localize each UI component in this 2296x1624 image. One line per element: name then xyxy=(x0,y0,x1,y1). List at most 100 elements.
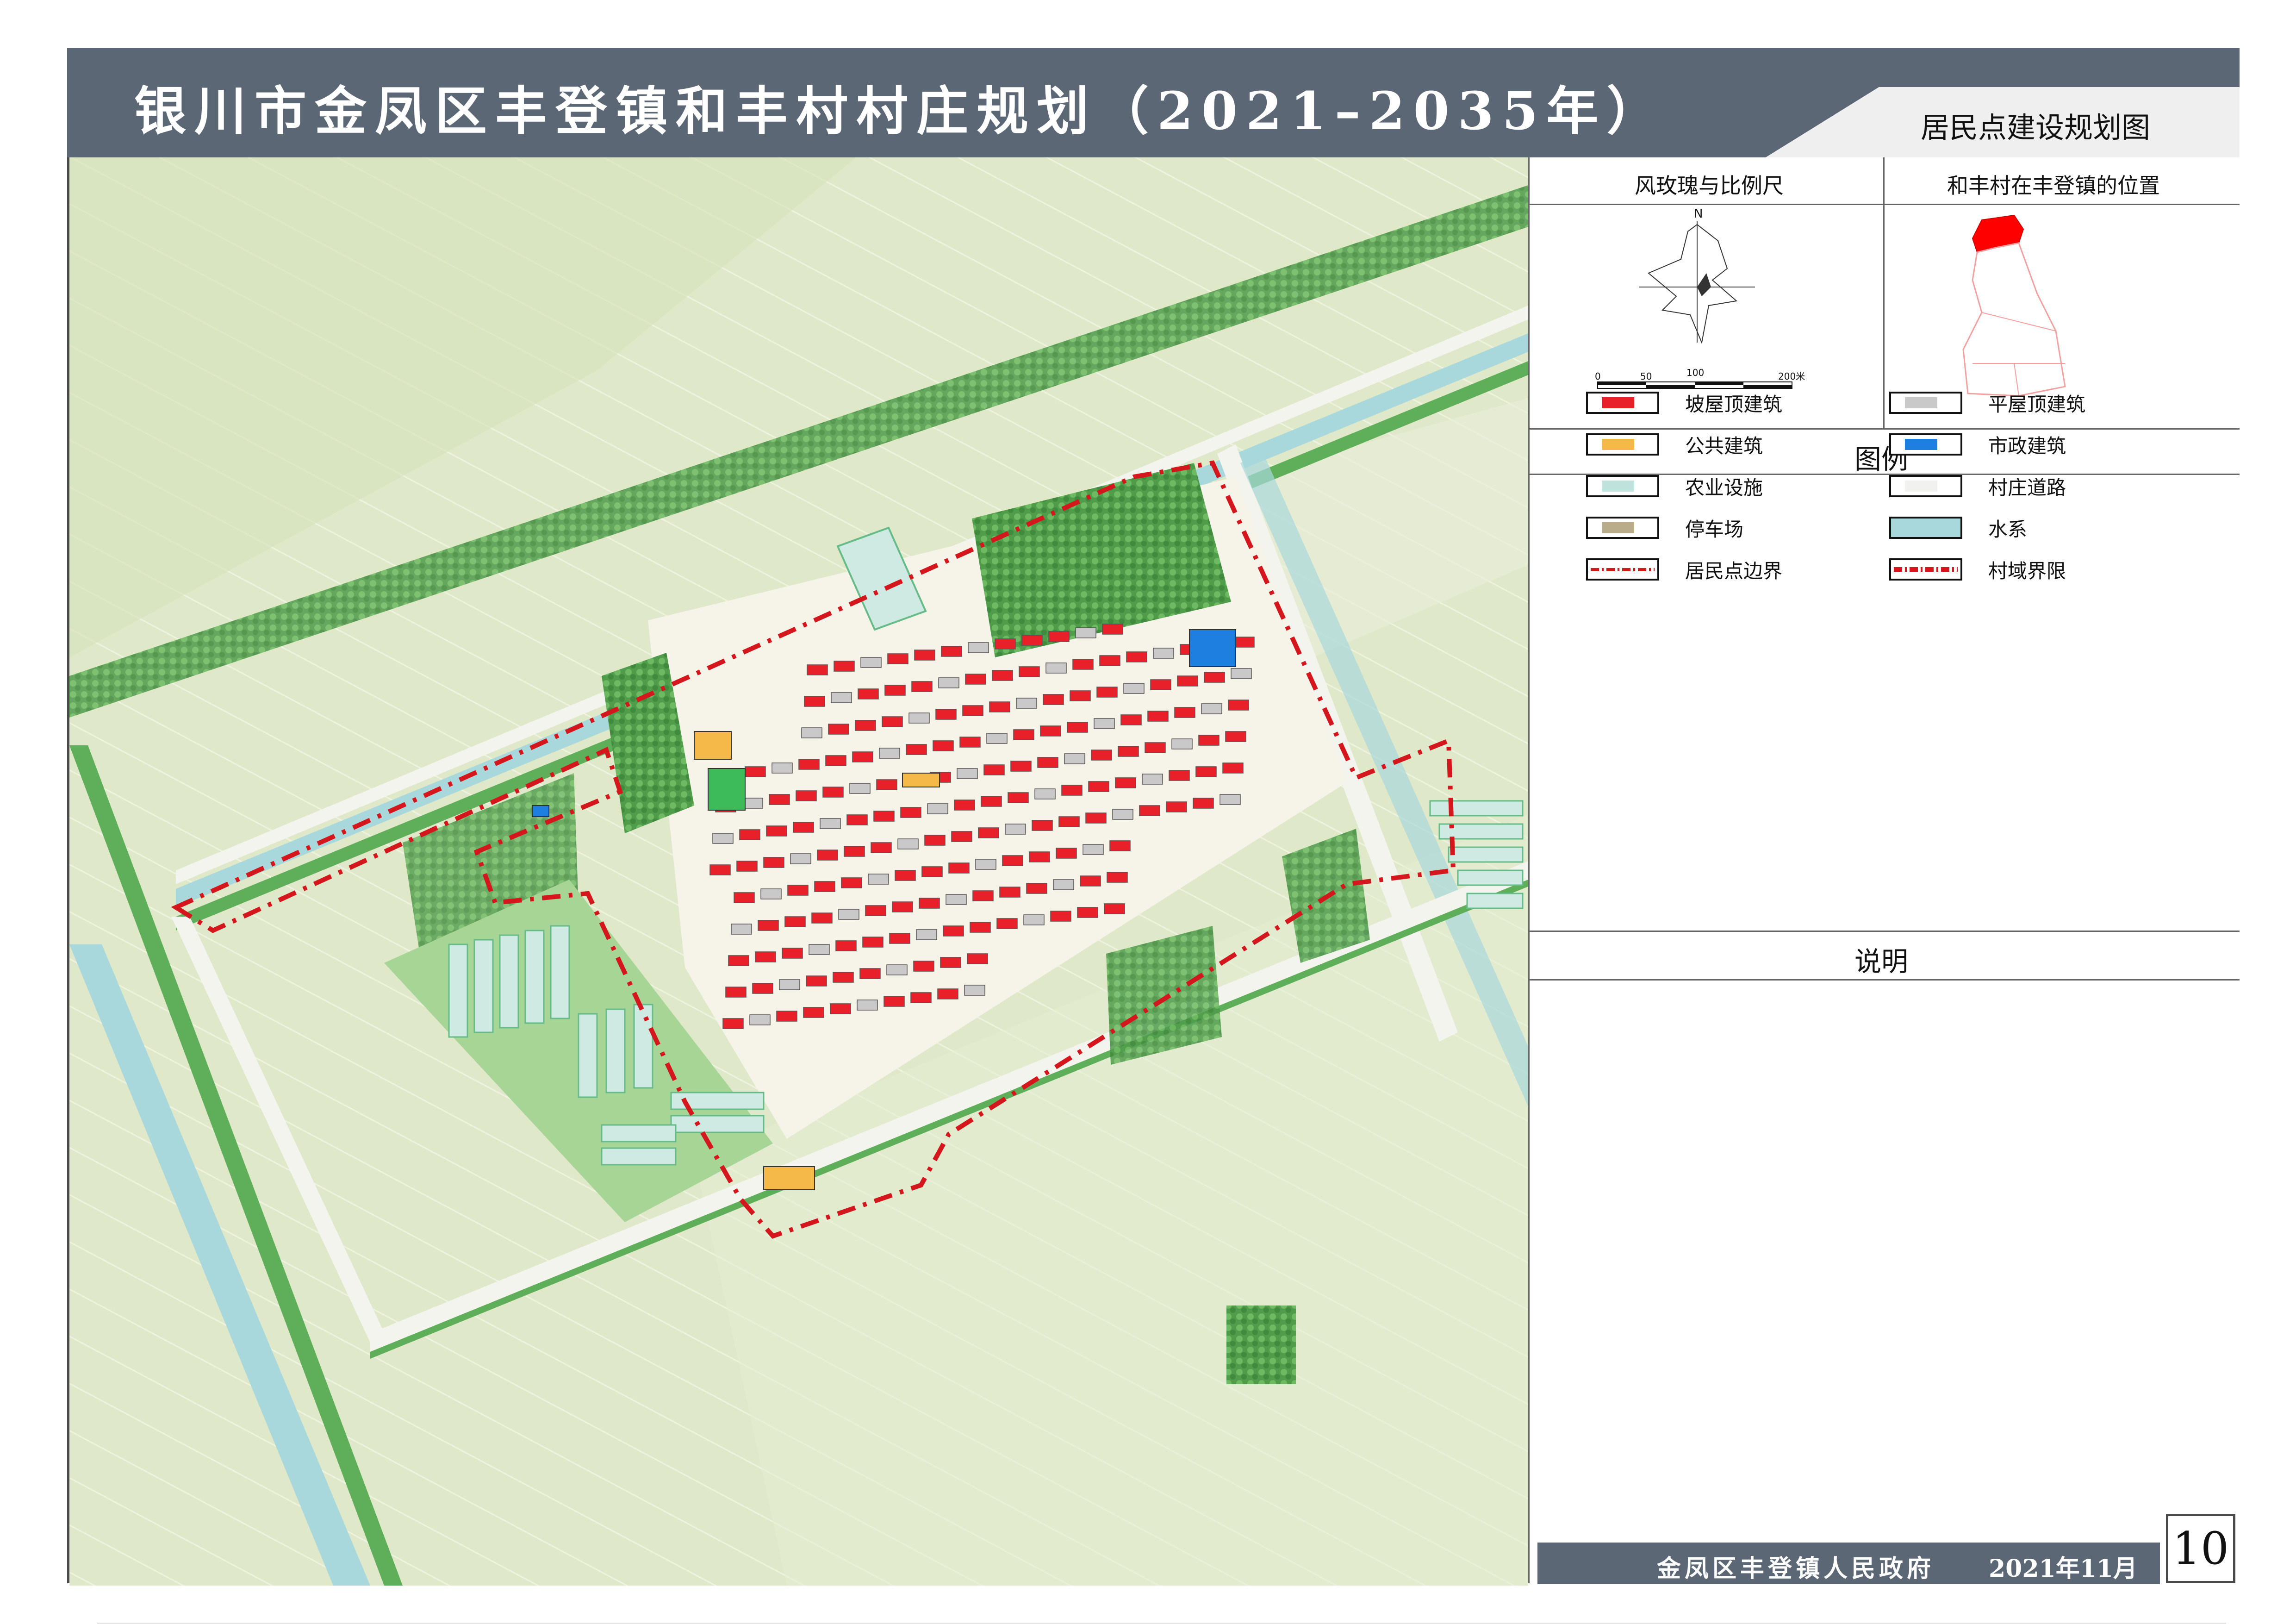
building xyxy=(935,709,957,720)
building xyxy=(1061,785,1083,796)
building xyxy=(895,870,916,881)
building xyxy=(1072,659,1094,670)
building xyxy=(1142,774,1163,785)
legend-item: 平屋顶建筑 xyxy=(1889,389,2085,417)
building xyxy=(1104,903,1125,914)
building xyxy=(924,835,946,846)
building xyxy=(809,944,830,955)
legend-item: 村域界限 xyxy=(1889,556,2066,583)
legend-swatch xyxy=(1889,433,1962,456)
legend-swatch xyxy=(1889,517,1962,539)
building xyxy=(970,922,991,933)
building xyxy=(1222,762,1244,774)
building xyxy=(1021,635,1043,646)
building xyxy=(1026,883,1047,894)
township-outline xyxy=(1962,242,2066,397)
building xyxy=(1198,735,1220,746)
notes-title: 说明 xyxy=(1854,946,1909,977)
building xyxy=(796,790,817,801)
legend-swatch xyxy=(1586,558,1659,581)
building xyxy=(1088,781,1109,792)
building xyxy=(1040,725,1061,737)
municipal-building[interactable] xyxy=(1189,629,1236,667)
public-building-south[interactable] xyxy=(763,1166,815,1190)
building xyxy=(1145,742,1166,753)
building xyxy=(1150,679,1171,690)
panel-rule-5 xyxy=(1528,979,2240,981)
building xyxy=(1166,801,1187,812)
building xyxy=(1085,812,1107,824)
legend-label: 坡屋顶建筑 xyxy=(1685,393,1783,416)
building xyxy=(1075,627,1096,638)
building xyxy=(1019,666,1040,677)
legend-label: 平屋顶建筑 xyxy=(1988,393,2086,416)
building xyxy=(755,951,776,962)
public-building[interactable] xyxy=(694,731,732,760)
building xyxy=(1083,844,1104,855)
building xyxy=(900,807,921,818)
building xyxy=(811,912,833,924)
legend-swatch xyxy=(1586,517,1659,539)
building xyxy=(862,937,884,948)
public-building-center[interactable] xyxy=(902,773,940,787)
building xyxy=(1123,683,1145,694)
building xyxy=(1023,914,1045,925)
building xyxy=(1220,794,1241,805)
legend-swatch xyxy=(1586,392,1659,414)
building xyxy=(782,948,803,959)
building xyxy=(1070,690,1091,701)
building xyxy=(999,887,1020,898)
site-plan-map[interactable] xyxy=(69,157,1528,1586)
legend-label: 市政建筑 xyxy=(1988,434,2066,457)
building xyxy=(981,796,1002,807)
building xyxy=(919,898,940,909)
legend-label: 农业设施 xyxy=(1685,476,1763,499)
building xyxy=(1169,770,1190,781)
building xyxy=(736,861,758,872)
building xyxy=(793,822,814,833)
sports-field[interactable] xyxy=(708,768,746,811)
isolated-woodland xyxy=(1226,1305,1296,1384)
building xyxy=(964,985,985,996)
building xyxy=(986,733,1008,744)
building xyxy=(1201,703,1222,714)
building xyxy=(943,925,964,937)
building xyxy=(911,681,933,692)
building xyxy=(975,859,996,870)
building xyxy=(884,685,906,696)
building xyxy=(1225,731,1246,742)
legend-label: 村庄道路 xyxy=(1988,476,2066,499)
building xyxy=(887,653,908,664)
building xyxy=(908,712,930,724)
building xyxy=(1045,662,1067,674)
legend-item: 居民点边界 xyxy=(1586,556,1782,583)
building xyxy=(1147,711,1169,722)
building xyxy=(865,905,886,916)
building xyxy=(868,874,889,885)
building xyxy=(779,979,800,990)
municipal-building-west[interactable] xyxy=(532,805,549,817)
building xyxy=(1204,672,1225,683)
building xyxy=(968,642,989,653)
building xyxy=(910,992,932,1003)
building xyxy=(886,964,908,975)
building xyxy=(1126,651,1147,662)
building xyxy=(954,800,975,811)
building xyxy=(873,811,895,822)
building xyxy=(849,783,871,794)
building xyxy=(995,638,1016,650)
panel-left-rule xyxy=(1528,157,1530,1583)
building xyxy=(1077,907,1098,918)
building xyxy=(972,890,994,901)
footer-bar: 金凤区丰登镇人民政府 2021年11月 xyxy=(1537,1543,2160,1584)
building xyxy=(814,881,835,892)
building xyxy=(933,740,954,751)
building xyxy=(983,764,1005,775)
building xyxy=(978,827,999,838)
building xyxy=(1102,624,1123,635)
footer-org: 金凤区丰登镇人民政府 xyxy=(1657,1555,1935,1583)
building xyxy=(844,846,865,857)
legend-item: 公共建筑 xyxy=(1586,431,1763,458)
building xyxy=(1064,753,1085,764)
legend-swatch xyxy=(1889,558,1962,581)
